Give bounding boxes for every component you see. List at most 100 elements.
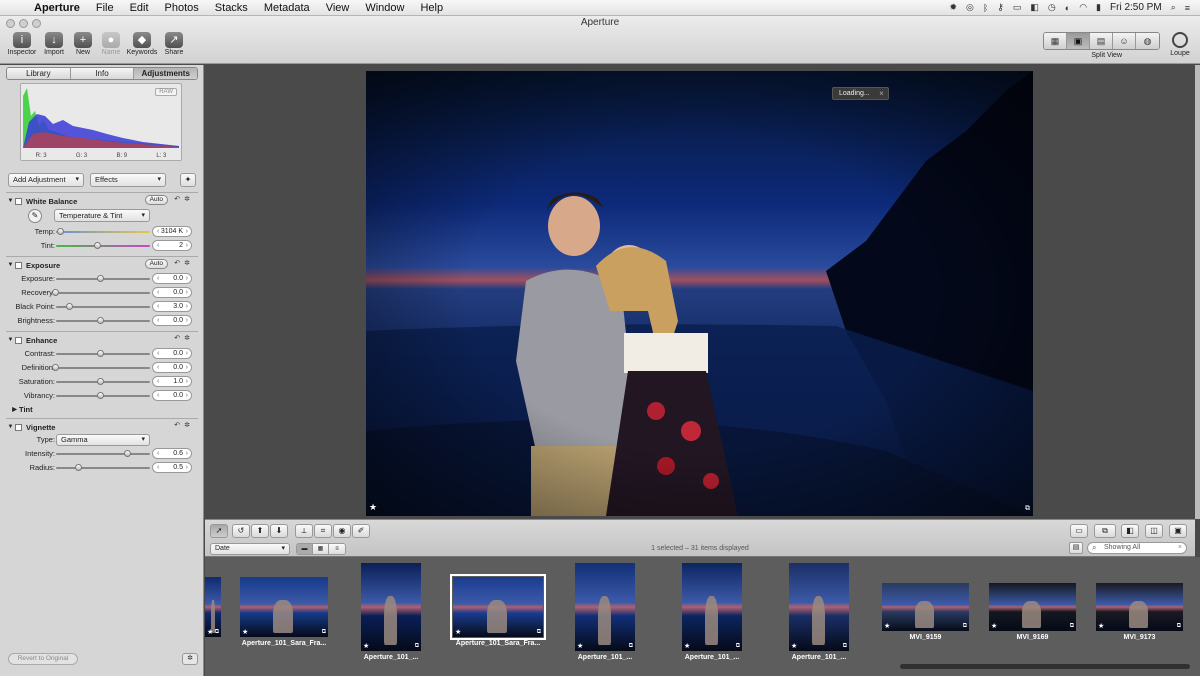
rating-star-icon[interactable]: ★ — [1098, 622, 1104, 630]
disclosure-triangle-icon[interactable]: ▼ — [6, 198, 15, 204]
viewer-view-icon[interactable]: ▤ — [1090, 33, 1113, 49]
sync-icon[interactable]: ◎ — [966, 2, 974, 13]
faces-view-icon[interactable]: ☺ — [1113, 33, 1136, 49]
brightness-slider-knob[interactable] — [97, 317, 104, 324]
airplay-icon[interactable]: ▭ — [1013, 2, 1022, 13]
reset-icon[interactable]: ↶ — [174, 196, 184, 203]
rotate-left-tool-icon[interactable]: ↺ — [232, 524, 250, 538]
filter-hud-icon[interactable]: ▤ — [1069, 542, 1083, 554]
split-view-icon[interactable]: ▣ — [1067, 33, 1090, 49]
tab-info[interactable]: Info — [70, 68, 135, 79]
vibrancy-slider[interactable] — [56, 392, 150, 399]
menu-view[interactable]: View — [318, 2, 358, 14]
rating-star-icon[interactable]: ★ — [577, 642, 583, 650]
vignette-checkbox[interactable] — [15, 423, 22, 431]
effects-dropdown[interactable]: Effects — [90, 173, 166, 187]
key-icon[interactable]: ⚷ — [997, 2, 1004, 13]
white-balance-checkbox[interactable] — [15, 197, 22, 205]
white-balance-auto-button[interactable]: Auto — [144, 195, 168, 205]
thumbnail[interactable]: ★ ⧉ — [989, 583, 1076, 631]
thumbnail[interactable]: ★ ⧉ — [361, 563, 421, 651]
thumbnail[interactable]: ★ ⧉ — [205, 577, 221, 637]
recovery-value-field[interactable]: 0.0 — [152, 287, 192, 298]
radius-slider[interactable] — [56, 464, 150, 471]
contrast-slider[interactable] — [56, 350, 150, 357]
reset-icon[interactable]: ↶ — [174, 335, 184, 342]
loupe-button[interactable]: Loupe — [1166, 32, 1194, 57]
browser-scrollbar[interactable] — [900, 664, 1190, 669]
compare-mode-icon[interactable]: ◧ — [1121, 524, 1139, 538]
gear-icon[interactable]: ✲ — [184, 422, 194, 429]
brightness-value-field[interactable]: 0.0 — [152, 315, 192, 326]
tab-adjustments[interactable]: Adjustments — [134, 68, 197, 79]
spotlight-icon[interactable]: ⌕ — [1171, 2, 1176, 13]
menu-stacks[interactable]: Stacks — [207, 2, 256, 14]
thumbnail[interactable]: ★ ⧉ — [240, 577, 328, 637]
temp-value-field[interactable]: 3104 K — [152, 226, 192, 237]
search-filter-field[interactable]: Showing All — [1087, 542, 1187, 554]
lift-tool-icon[interactable]: ⬆ — [251, 524, 269, 538]
white-balance-header[interactable]: ▼ White Balance — [6, 195, 198, 207]
tint-slider[interactable] — [56, 242, 150, 249]
volume-icon[interactable]: ◐ — [1065, 3, 1070, 13]
notification-icon[interactable]: ◧ — [1030, 2, 1039, 13]
bluetooth-icon[interactable]: ᛒ — [983, 3, 988, 13]
selection-tool-icon[interactable]: ➚ — [210, 524, 228, 538]
rating-star-icon[interactable]: ★ — [369, 502, 377, 513]
tint-subsection[interactable]: ▶ Tint — [10, 403, 202, 415]
definition-slider-knob[interactable] — [52, 364, 59, 371]
main-photo[interactable]: Loading... ★ ⧉ — [366, 71, 1033, 516]
wifi-icon[interactable]: ◠ — [1079, 2, 1087, 13]
exposure-slider-knob[interactable] — [97, 275, 104, 282]
disclosure-triangle-icon[interactable]: ▼ — [6, 424, 15, 430]
menu-clock[interactable]: Fri 2:50 PM — [1110, 2, 1162, 13]
red-eye-tool-icon[interactable]: ◉ — [333, 524, 351, 538]
thumbnail[interactable]: ★ ⧉ — [450, 574, 546, 640]
exposure-value-field[interactable]: 0.0 — [152, 273, 192, 284]
menu-help[interactable]: Help — [412, 2, 451, 14]
revert-to-original-button[interactable]: Revert to Original — [8, 653, 78, 665]
rating-star-icon[interactable]: ★ — [791, 642, 797, 650]
enhance-header[interactable]: ▼ Enhance — [6, 334, 198, 346]
reset-icon[interactable]: ↶ — [174, 422, 184, 429]
share-button[interactable]: ↗ Share — [154, 32, 194, 56]
vibrancy-slider-knob[interactable] — [97, 392, 104, 399]
rating-star-icon[interactable]: ★ — [207, 628, 213, 636]
brush-tool-icon[interactable]: ✐ — [352, 524, 370, 538]
intensity-slider[interactable] — [56, 450, 150, 457]
temp-slider[interactable] — [56, 228, 150, 235]
stamp-tool-icon[interactable]: ⬇ — [270, 524, 288, 538]
temp-slider-knob[interactable] — [57, 228, 65, 235]
rating-star-icon[interactable]: ★ — [242, 628, 248, 636]
rating-star-icon[interactable]: ★ — [455, 628, 461, 636]
add-adjustment-dropdown[interactable]: Add Adjustment — [8, 173, 84, 187]
menu-file[interactable]: File — [88, 2, 122, 14]
exposure-checkbox[interactable] — [15, 261, 22, 269]
vignette-type-dropdown[interactable]: Gamma — [56, 434, 150, 446]
gear-icon[interactable]: ✲ — [184, 196, 194, 203]
straighten-tool-icon[interactable]: ⟂ — [295, 524, 313, 538]
adjustment-settings-button[interactable]: ✦ — [180, 173, 196, 187]
black-point-slider[interactable] — [56, 303, 150, 310]
rating-star-icon[interactable]: ★ — [991, 622, 997, 630]
disclosure-triangle-right-icon[interactable]: ▶ — [10, 406, 19, 413]
brightness-slider[interactable] — [56, 317, 150, 324]
recovery-slider[interactable] — [52, 289, 150, 296]
menu-window[interactable]: Window — [357, 2, 412, 14]
vignette-header[interactable]: ▼ Vignette — [6, 421, 198, 433]
tint-value-field[interactable]: 2 — [152, 240, 192, 251]
eyedropper-icon[interactable]: ✎ — [28, 209, 42, 223]
menu-edit[interactable]: Edit — [122, 2, 157, 14]
exposure-slider[interactable] — [56, 275, 150, 282]
exposure-auto-button[interactable]: Auto — [144, 259, 168, 269]
battery-icon[interactable]: ▮ — [1096, 2, 1101, 13]
black-point-slider-knob[interactable] — [65, 303, 73, 310]
browser-view-icon[interactable]: ▦ — [1044, 33, 1067, 49]
recovery-slider-knob[interactable] — [52, 289, 59, 296]
tab-library[interactable]: Library — [7, 68, 71, 79]
contrast-value-field[interactable]: 0.0 — [152, 348, 192, 359]
gear-icon[interactable]: ✲ — [184, 260, 194, 267]
intensity-value-field[interactable]: 0.6 — [152, 448, 192, 459]
rating-star-icon[interactable]: ★ — [684, 642, 690, 650]
disclosure-triangle-icon[interactable]: ▼ — [6, 337, 15, 343]
